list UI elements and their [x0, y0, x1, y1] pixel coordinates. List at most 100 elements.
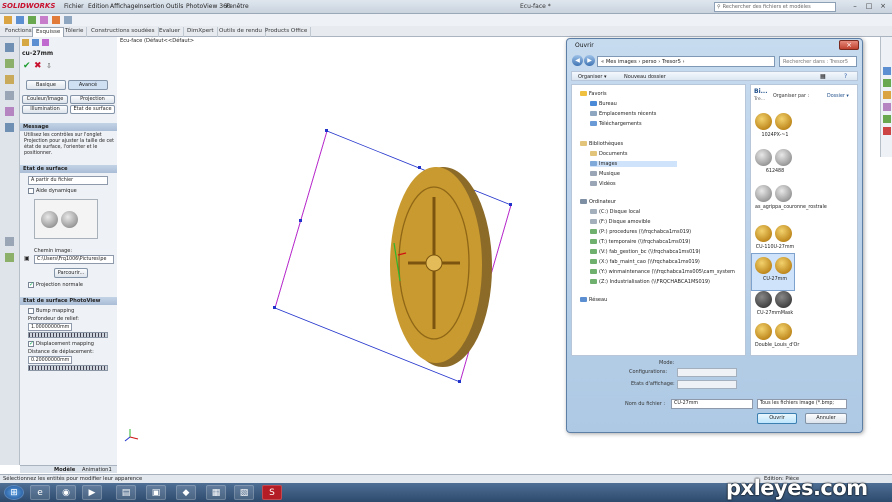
arrange-select[interactable]: Dossier ▾: [827, 94, 849, 99]
nav-ordinateur[interactable]: Ordinateur: [580, 199, 616, 205]
filetype-select[interactable]: Tous les fichiers image (*.bmp;: [757, 399, 847, 409]
nav-drive[interactable]: (V:) fab_gestion_bc (\\frqchabca1ms019): [590, 249, 700, 255]
top-search-input[interactable]: ⚲ Rechercher des fichiers et modèles: [714, 2, 836, 12]
tab-etat-de-surface[interactable]: Etat de surface: [70, 105, 115, 114]
tab-dimxpert[interactable]: DimXpert: [184, 27, 218, 37]
pin-icon[interactable]: ⇩: [46, 62, 52, 70]
nav-drive[interactable]: (Z:) Industrialisation (\\FRQCHABCA1MS01…: [590, 279, 710, 285]
dialog-close-icon[interactable]: ×: [839, 40, 859, 50]
view-icon[interactable]: ▦: [820, 73, 826, 80]
displacement-checkbox[interactable]: [28, 340, 34, 347]
handle[interactable]: [418, 166, 421, 169]
dynamic-help-checkbox[interactable]: [28, 188, 34, 194]
nav-drive[interactable]: (F:) Disque amovible: [590, 219, 651, 225]
tab-products-office[interactable]: Products Office: [262, 27, 312, 37]
menu-insertion[interactable]: Insertion: [138, 3, 164, 10]
open-button[interactable]: Ouvrir: [757, 413, 797, 424]
menu-edition[interactable]: Edition: [88, 3, 109, 10]
tab-couleur-image[interactable]: Couleur/Image: [22, 95, 68, 104]
file-item[interactable]: CU-110U-27mm: [755, 225, 795, 255]
surface-header[interactable]: Etat de surface: [20, 165, 117, 173]
nav-drive[interactable]: (Y:) winmaintenance (\\frqchabca1ms005\c…: [590, 269, 735, 275]
task-pane-icons[interactable]: [881, 37, 892, 157]
bump-depth-slider[interactable]: [28, 332, 108, 338]
part-icon[interactable]: [22, 39, 29, 46]
nav-bureau[interactable]: Bureau: [590, 101, 617, 107]
organize-button[interactable]: Organiser ▾: [578, 74, 607, 80]
filename-input[interactable]: CU-27mm: [671, 399, 753, 409]
file-item[interactable]: as_agrippa_couronne_rostrale: [755, 185, 827, 223]
solidworks-taskbar-icon[interactable]: S: [262, 485, 282, 500]
tab-outils-de-rendu[interactable]: Outils de rendu: [216, 27, 266, 37]
handle[interactable]: [299, 219, 302, 222]
close-icon[interactable]: ×: [878, 2, 888, 11]
menu-photoview[interactable]: PhotoView 360: [186, 3, 231, 10]
tab-evaluer[interactable]: Evaluer: [156, 27, 185, 37]
new-folder-button[interactable]: Nouveau dossier: [624, 74, 666, 80]
configurations-select[interactable]: [677, 368, 737, 377]
nav-musique[interactable]: Musique: [590, 171, 620, 177]
nav-favoris[interactable]: Favoris: [580, 91, 607, 97]
displacement-distance-field[interactable]: 0.20000000mm: [28, 356, 72, 364]
menu-outils[interactable]: Outils: [166, 3, 183, 10]
nav-emplacements-recents[interactable]: Emplacements récents: [590, 111, 656, 117]
handle[interactable]: [325, 129, 328, 132]
dialog-search-input[interactable]: Rechercher dans : Tresor5: [779, 56, 857, 67]
tree-icon[interactable]: [32, 39, 39, 46]
nav-reseau[interactable]: Réseau: [580, 297, 607, 303]
advanced-button[interactable]: Avancé: [68, 80, 108, 90]
app-icon[interactable]: ◆: [176, 485, 196, 500]
tab-tolerie[interactable]: Tôlerie: [62, 27, 88, 37]
tab-modele[interactable]: Modèle: [54, 467, 75, 473]
media-icon[interactable]: ▶: [82, 485, 102, 500]
feature-tree-root[interactable]: Ecu-face (Défaut<<Défaut>: [120, 38, 194, 44]
app-icon[interactable]: ▣: [146, 485, 166, 500]
nav-drive[interactable]: (X:) fab_maint_cao (\\frqchabca1ms019): [590, 259, 700, 265]
ok-icon[interactable]: ✔: [23, 61, 31, 71]
basic-button[interactable]: Basique: [26, 80, 66, 90]
nav-drive[interactable]: (T:) temporaire (\\frqchabca1ms019): [590, 239, 690, 245]
maximize-icon[interactable]: □: [864, 2, 874, 11]
tab-fonctions[interactable]: Fonctions: [2, 27, 36, 37]
normal-projection-checkbox[interactable]: [28, 281, 34, 288]
nav-telechargements[interactable]: Téléchargements: [590, 121, 642, 127]
cancel-icon[interactable]: ✖: [34, 61, 42, 71]
bump-mapping-checkbox[interactable]: [28, 308, 34, 314]
ie-icon[interactable]: e: [30, 485, 50, 500]
cancel-button[interactable]: Annuler: [805, 413, 847, 424]
nav-videos[interactable]: Vidéos: [590, 181, 616, 187]
image-path-field[interactable]: C:\Users\Frq1006\Pictures\pe: [34, 255, 114, 264]
app-icon[interactable]: ▧: [234, 485, 254, 500]
file-item[interactable]: 612488: [755, 149, 795, 179]
tab-constructions-soudees[interactable]: Constructions soudées: [88, 27, 159, 37]
handle[interactable]: [458, 380, 461, 383]
firefox-icon[interactable]: ◉: [56, 485, 76, 500]
menu-fichier[interactable]: Fichier: [64, 3, 84, 10]
minimize-icon[interactable]: –: [850, 2, 860, 11]
message-header[interactable]: Message: [20, 123, 117, 131]
file-item[interactable]: CU-27mmMask: [755, 291, 795, 321]
appearance-icon[interactable]: [42, 39, 49, 46]
forward-icon[interactable]: ▶: [584, 55, 595, 66]
handle[interactable]: [273, 306, 276, 309]
tab-animation1[interactable]: Animation1: [82, 467, 112, 473]
address-bar[interactable]: « Mes images › perso › Tresor5 ›: [597, 56, 775, 67]
back-icon[interactable]: ◀: [572, 55, 583, 66]
display-states-select[interactable]: [677, 380, 737, 389]
menu-affichage[interactable]: Affichage: [110, 3, 138, 10]
explorer-icon[interactable]: ▤: [116, 485, 136, 500]
file-item[interactable]: 1024PX-~1: [755, 113, 795, 143]
nav-bibliotheques[interactable]: Bibliothèques: [580, 141, 623, 147]
nav-images[interactable]: Images: [590, 161, 678, 167]
file-item-selected[interactable]: CU-27mm: [755, 257, 795, 287]
start-icon[interactable]: ⊞: [4, 485, 24, 500]
file-item[interactable]: Double_Louis_d'Or: [755, 323, 799, 355]
tab-esquisse[interactable]: Esquisse: [32, 27, 65, 37]
menu-fenetre[interactable]: Fenêtre: [226, 3, 249, 10]
displacement-slider[interactable]: [28, 365, 108, 371]
nav-drive[interactable]: (C:) Disque local: [590, 209, 640, 215]
browse-button[interactable]: Parcourir...: [54, 268, 88, 278]
handle[interactable]: [509, 203, 512, 206]
nav-documents[interactable]: Documents: [590, 151, 628, 157]
app-icon[interactable]: ▦: [206, 485, 226, 500]
